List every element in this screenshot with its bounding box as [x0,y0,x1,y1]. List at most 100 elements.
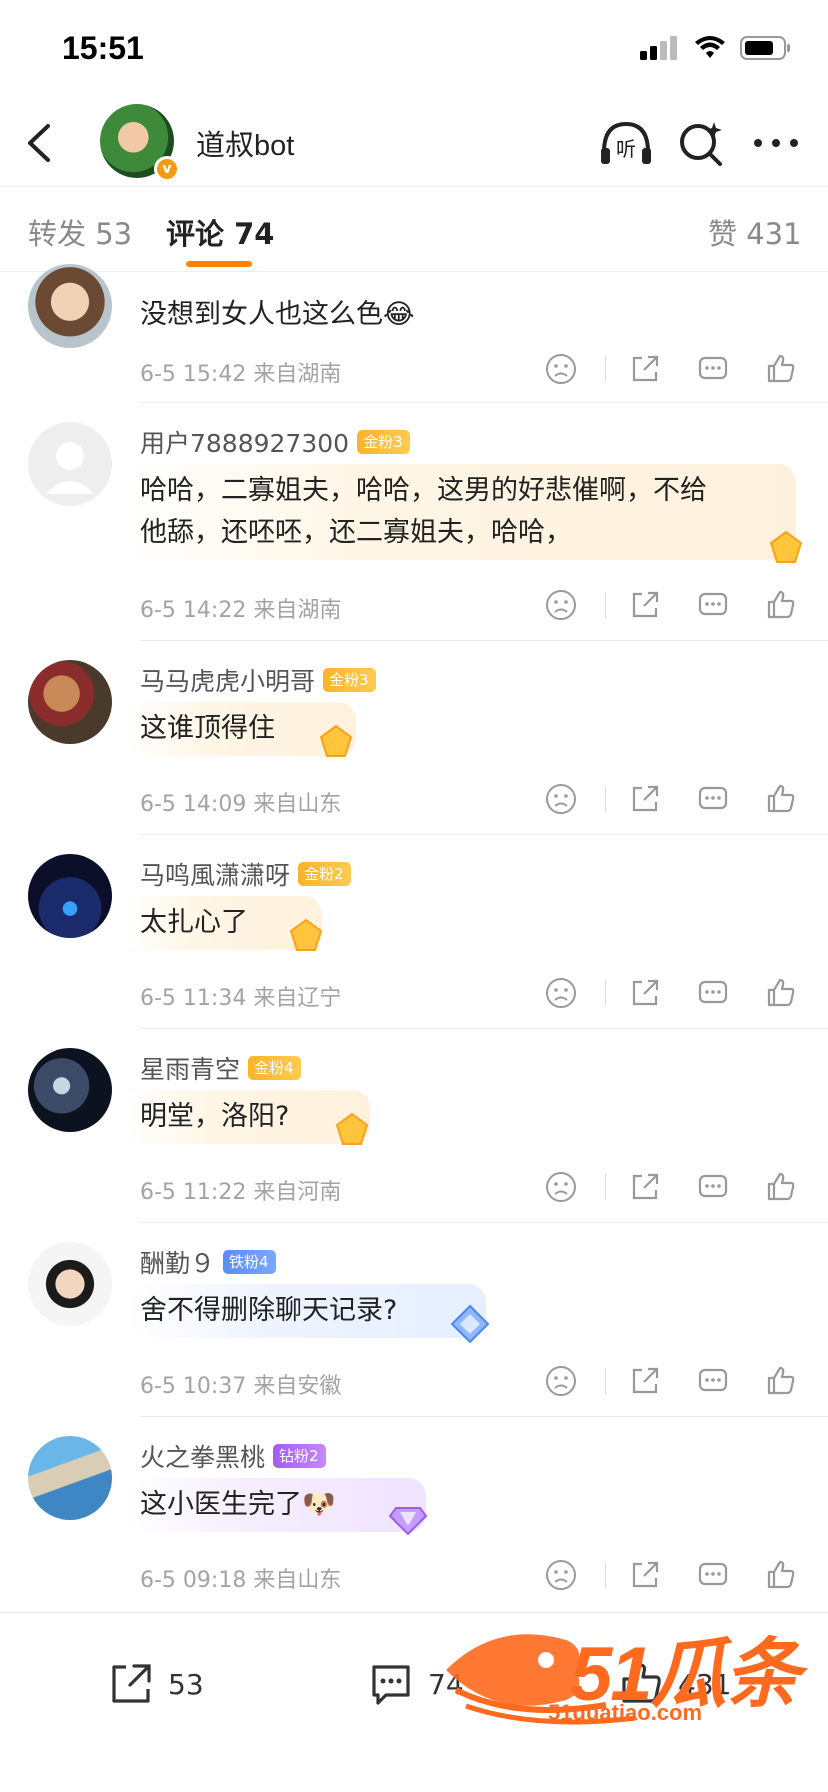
fan-badge: 金粉3 [323,668,376,692]
reply-icon[interactable] [696,1558,730,1592]
user-avatar[interactable] [28,1048,112,1132]
comment-username[interactable]: 星雨青空 金粉4 [140,1050,301,1086]
wifi-icon [695,36,725,58]
like-thumb-icon[interactable] [764,1558,798,1592]
comment-actions [544,1364,804,1400]
user-avatar[interactable] [28,1242,112,1326]
comment-username[interactable]: 用户7888927300 金粉3 [140,424,410,460]
divider [140,402,828,403]
dislike-face-icon[interactable] [544,976,578,1010]
comment-meta: 6-5 11:34 来自辽宁 [140,986,342,1011]
comment-text: 舍不得删除聊天记录? [126,1284,486,1338]
comment-username[interactable]: 酬勤９ 铁粉4 [140,1244,276,1280]
fan-badge: 金粉2 [298,862,351,886]
dislike-face-icon[interactable] [544,352,578,386]
comment-icon [372,1665,410,1705]
dislike-face-icon[interactable] [544,1364,578,1398]
share-icon[interactable] [628,976,662,1010]
comment-meta: 6-5 14:09 来自山东 [140,792,342,817]
comment-text: 没想到女人也这么色😂 [140,299,415,330]
tab-bar: 转发 53 评论 74 赞 431 [0,186,828,272]
reply-icon[interactable] [696,976,730,1010]
battery-icon [740,36,790,60]
dislike-face-icon[interactable] [544,782,578,816]
comment-actions [544,1170,804,1206]
header: v 道叔bot 听 [0,100,828,186]
tab-likes[interactable]: 赞 431 [708,211,802,253]
reply-icon[interactable] [696,1364,730,1398]
comment-meta: 6-5 09:18 来自山东 [140,1568,342,1593]
author-avatar[interactable]: v [100,104,180,182]
tab-repost[interactable]: 转发 53 [28,211,132,253]
comment-username[interactable]: 火之拳黑桃 钻粉2 [140,1438,326,1474]
repost-icon [112,1664,151,1703]
share-icon[interactable] [628,1170,662,1204]
reply-icon[interactable] [696,1170,730,1204]
user-avatar[interactable] [28,1436,112,1520]
like-thumb-icon[interactable] [764,782,798,816]
like-thumb-icon[interactable] [764,1364,798,1398]
status-time: 15:51 [62,30,144,66]
bottom-repost-button[interactable]: 53 [106,1659,204,1709]
author-name[interactable]: 道叔bot [196,122,294,164]
comment-meta: 6-5 11:22 来自河南 [140,1180,342,1205]
share-icon[interactable] [628,588,662,622]
comment-actions [544,782,804,818]
like-thumb-icon[interactable] [764,1170,798,1204]
status-bar: 15:51 [0,0,828,100]
laughing-emoji-icon: 😂 [383,299,415,330]
search-spark-icon[interactable] [674,116,730,170]
like-thumb-icon[interactable] [764,976,798,1010]
tab-comments[interactable]: 评论 74 [166,211,274,253]
comment-actions [544,352,804,388]
comment-meta: 6-5 15:42 来自湖南 [140,362,342,387]
gold-badge-icon [319,724,353,757]
divider [140,1028,828,1029]
comment-text: 哈哈，二寡姐夫，哈哈，这男的好悲催啊，不给 他舔，还呸呸，还二寡姐夫，哈哈， [126,464,796,560]
user-avatar[interactable] [28,660,112,744]
dislike-face-icon[interactable] [544,1558,578,1592]
divider [140,1222,828,1223]
listen-headphones-icon[interactable]: 听 [598,116,654,170]
doge-emoji-icon: 🐶 [302,1489,336,1520]
share-icon[interactable] [628,782,662,816]
dislike-face-icon[interactable] [544,588,578,622]
back-icon[interactable] [20,118,60,168]
share-icon[interactable] [628,1558,662,1592]
more-icon[interactable] [748,116,804,170]
comment-actions [544,588,804,624]
reply-icon[interactable] [696,782,730,816]
comment-meta: 6-5 14:22 来自湖南 [140,598,342,623]
svg-text:听: 听 [616,137,636,161]
watermark-url: 51guatiao.com [548,1700,703,1725]
comment-actions [544,976,804,1012]
gold-badge-icon [769,530,803,563]
divider [140,640,828,641]
user-avatar[interactable] [28,854,112,938]
share-icon[interactable] [628,352,662,386]
verified-icon: v [154,156,180,182]
comment-meta: 6-5 10:37 来自安徽 [140,1374,342,1399]
gold-badge-icon [335,1112,369,1145]
user-avatar[interactable] [28,264,112,348]
like-thumb-icon[interactable] [764,588,798,622]
fan-badge: 钻粉2 [273,1444,326,1468]
like-thumb-icon[interactable] [764,352,798,386]
fan-badge: 金粉3 [357,430,410,454]
share-icon[interactable] [628,1364,662,1398]
diamond-badge-icon [388,1507,428,1536]
status-icons [640,36,792,60]
comment-text: 这小医生完了🐶 [126,1478,426,1532]
divider [140,1416,828,1417]
iron-badge-icon [450,1304,490,1344]
gold-badge-icon [289,918,323,951]
user-avatar[interactable] [28,422,112,506]
comment-username[interactable]: 马马虎虎小明哥 金粉3 [140,662,376,698]
reply-icon[interactable] [696,352,730,386]
dislike-face-icon[interactable] [544,1170,578,1204]
fan-badge: 金粉4 [248,1056,301,1080]
tab-active-indicator [186,261,252,267]
comment-actions [544,1558,804,1594]
comment-username[interactable]: 马鸣風潇潇呀 金粉2 [140,856,351,892]
reply-icon[interactable] [696,588,730,622]
